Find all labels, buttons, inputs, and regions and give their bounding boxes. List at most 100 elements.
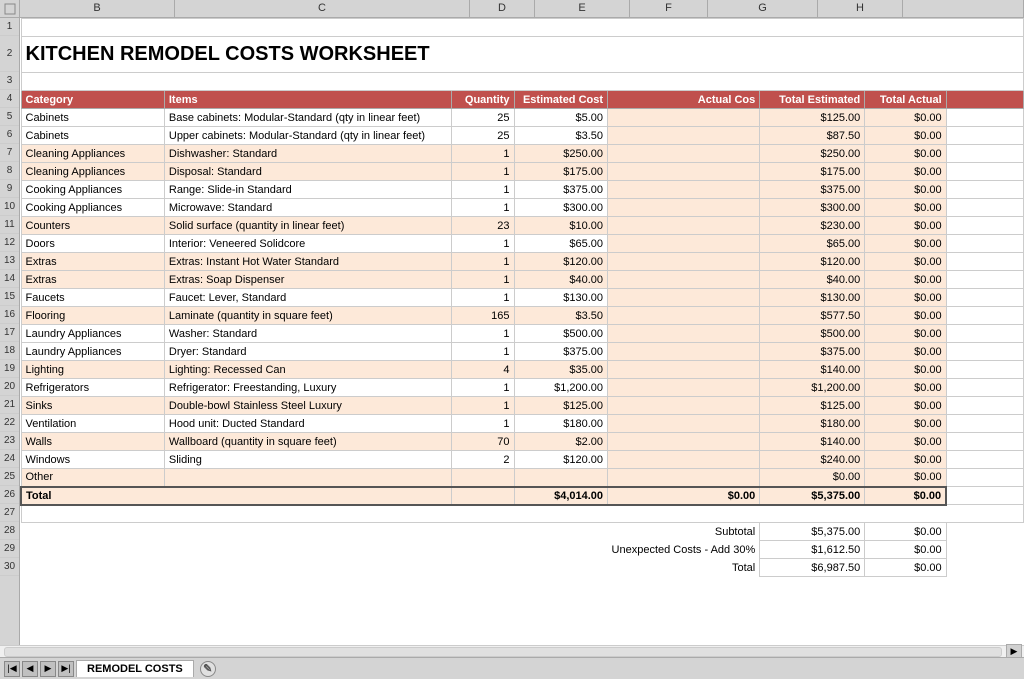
cell-total-actual-12[interactable]: $0.00	[865, 235, 946, 253]
cell-qty-12[interactable]: 1	[452, 235, 514, 253]
cell-items-10[interactable]: Microwave: Standard	[164, 199, 452, 217]
cell-category-25[interactable]: Other	[21, 469, 164, 487]
row-num-11[interactable]: 11	[0, 216, 19, 234]
cell-category-14[interactable]: Extras	[21, 271, 164, 289]
cell-total-actual-19[interactable]: $0.00	[865, 361, 946, 379]
cell-est-cost-15[interactable]: $130.00	[514, 289, 608, 307]
cell-items-18[interactable]: Dryer: Standard	[164, 343, 452, 361]
cell-actual-cost-22[interactable]	[608, 415, 760, 433]
row-num-21[interactable]: 21	[0, 396, 19, 414]
cell-actual-cost-23[interactable]	[608, 433, 760, 451]
cell-qty-25[interactable]	[452, 469, 514, 487]
cell-actual-cost-7[interactable]	[608, 145, 760, 163]
cell-total-actual-13[interactable]: $0.00	[865, 253, 946, 271]
cell-total-est-10[interactable]: $300.00	[760, 199, 865, 217]
cell-total-actual-7[interactable]: $0.00	[865, 145, 946, 163]
cell-total-actual-18[interactable]: $0.00	[865, 343, 946, 361]
cell-total-est-7[interactable]: $250.00	[760, 145, 865, 163]
cell-items-12[interactable]: Interior: Veneered Solidcore	[164, 235, 452, 253]
cell-items-15[interactable]: Faucet: Lever, Standard	[164, 289, 452, 307]
cell-actual-cost-24[interactable]	[608, 451, 760, 469]
cell-category-7[interactable]: Cleaning Appliances	[21, 145, 164, 163]
cell-actual-cost-5[interactable]	[608, 109, 760, 127]
cell-qty-7[interactable]: 1	[452, 145, 514, 163]
cell-total-actual-23[interactable]: $0.00	[865, 433, 946, 451]
cell-total-est-9[interactable]: $375.00	[760, 181, 865, 199]
cell-total-actual-9[interactable]: $0.00	[865, 181, 946, 199]
row-num-2[interactable]: 2	[0, 36, 19, 72]
cell-qty-20[interactable]: 1	[452, 379, 514, 397]
cell-est-cost-13[interactable]: $120.00	[514, 253, 608, 271]
row-num-4[interactable]: 4	[0, 90, 19, 108]
cell-total-est-13[interactable]: $120.00	[760, 253, 865, 271]
cell-total-est-5[interactable]: $125.00	[760, 109, 865, 127]
cell-category-8[interactable]: Cleaning Appliances	[21, 163, 164, 181]
cell-total-est-6[interactable]: $87.50	[760, 127, 865, 145]
cell-est-cost-7[interactable]: $250.00	[514, 145, 608, 163]
cell-items-20[interactable]: Refrigerator: Freestanding, Luxury	[164, 379, 452, 397]
cell-category-24[interactable]: Windows	[21, 451, 164, 469]
cell-est-cost-23[interactable]: $2.00	[514, 433, 608, 451]
row-num-18[interactable]: 18	[0, 342, 19, 360]
cell-actual-cost-6[interactable]	[608, 127, 760, 145]
cell-total-est-8[interactable]: $175.00	[760, 163, 865, 181]
cell-qty-22[interactable]: 1	[452, 415, 514, 433]
cell-category-10[interactable]: Cooking Appliances	[21, 199, 164, 217]
row-num-1[interactable]: 1	[0, 18, 19, 36]
cell-items-11[interactable]: Solid surface (quantity in linear feet)	[164, 217, 452, 235]
cell-total-actual-11[interactable]: $0.00	[865, 217, 946, 235]
cell-items-22[interactable]: Hood unit: Ducted Standard	[164, 415, 452, 433]
cell-est-cost-11[interactable]: $10.00	[514, 217, 608, 235]
add-sheet-icon[interactable]: ✎	[200, 661, 216, 677]
cell-est-cost-14[interactable]: $40.00	[514, 271, 608, 289]
cell-items-25[interactable]	[164, 469, 452, 487]
cell-qty-11[interactable]: 23	[452, 217, 514, 235]
tab-nav-first[interactable]: |◀	[4, 661, 20, 677]
row-num-27[interactable]: 27	[0, 504, 19, 522]
cell-est-cost-18[interactable]: $375.00	[514, 343, 608, 361]
cell-items-6[interactable]: Upper cabinets: Modular-Standard (qty in…	[164, 127, 452, 145]
col-header-d[interactable]: D	[470, 0, 535, 17]
cell-category-12[interactable]: Doors	[21, 235, 164, 253]
cell-actual-cost-10[interactable]	[608, 199, 760, 217]
cell-total-actual-20[interactable]: $0.00	[865, 379, 946, 397]
cell-total-est-19[interactable]: $140.00	[760, 361, 865, 379]
cell-qty-10[interactable]: 1	[452, 199, 514, 217]
row-num-26[interactable]: 26	[0, 486, 19, 504]
cell-actual-cost-15[interactable]	[608, 289, 760, 307]
cell-total-actual-16[interactable]: $0.00	[865, 307, 946, 325]
cell-total-actual-24[interactable]: $0.00	[865, 451, 946, 469]
cell-category-20[interactable]: Refrigerators	[21, 379, 164, 397]
cell-est-cost-9[interactable]: $375.00	[514, 181, 608, 199]
cell-total-actual-17[interactable]: $0.00	[865, 325, 946, 343]
col-header-b[interactable]: B	[20, 0, 175, 17]
row-num-30[interactable]: 30	[0, 558, 19, 576]
cell-items-14[interactable]: Extras: Soap Dispenser	[164, 271, 452, 289]
cell-total-est-23[interactable]: $140.00	[760, 433, 865, 451]
cell-total-est-11[interactable]: $230.00	[760, 217, 865, 235]
row-num-7[interactable]: 7	[0, 144, 19, 162]
cell-items-23[interactable]: Wallboard (quantity in square feet)	[164, 433, 452, 451]
cell-qty-19[interactable]: 4	[452, 361, 514, 379]
row-num-16[interactable]: 16	[0, 306, 19, 324]
cell-qty-15[interactable]: 1	[452, 289, 514, 307]
cell-est-cost-22[interactable]: $180.00	[514, 415, 608, 433]
col-header-f[interactable]: F	[630, 0, 708, 17]
cell-items-16[interactable]: Laminate (quantity in square feet)	[164, 307, 452, 325]
cell-est-cost-25[interactable]	[514, 469, 608, 487]
tab-nav-last[interactable]: ▶|	[58, 661, 74, 677]
cell-qty-6[interactable]: 25	[452, 127, 514, 145]
cell-actual-cost-8[interactable]	[608, 163, 760, 181]
cell-est-cost-8[interactable]: $175.00	[514, 163, 608, 181]
cell-category-18[interactable]: Laundry Appliances	[21, 343, 164, 361]
row-num-22[interactable]: 22	[0, 414, 19, 432]
cell-total-actual-8[interactable]: $0.00	[865, 163, 946, 181]
tab-nav-prev[interactable]: ◀	[22, 661, 38, 677]
row-num-28[interactable]: 28	[0, 522, 19, 540]
row-num-24[interactable]: 24	[0, 450, 19, 468]
cell-category-21[interactable]: Sinks	[21, 397, 164, 415]
cell-total-est-22[interactable]: $180.00	[760, 415, 865, 433]
cell-total-actual-25[interactable]: $0.00	[865, 469, 946, 487]
row-num-3[interactable]: 3	[0, 72, 19, 90]
row-num-6[interactable]: 6	[0, 126, 19, 144]
